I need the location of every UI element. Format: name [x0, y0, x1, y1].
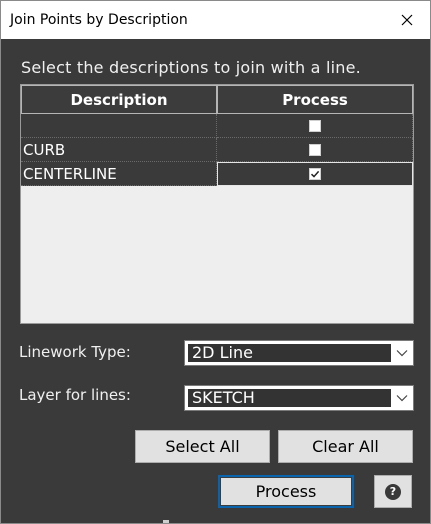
- layer-value: SKETCH: [192, 388, 255, 407]
- linework-type-select[interactable]: 2D Line: [184, 340, 414, 366]
- process-checkbox-checked[interactable]: [309, 168, 321, 180]
- table-row[interactable]: CENTERLINE: [21, 162, 413, 186]
- process-cell[interactable]: [217, 114, 413, 138]
- description-cell[interactable]: CURB: [21, 138, 217, 162]
- close-button[interactable]: [384, 1, 430, 39]
- description-cell[interactable]: [21, 114, 217, 138]
- select-all-button[interactable]: Select All: [135, 430, 270, 463]
- window-title: Join Points by Description: [10, 12, 188, 28]
- instructions-label: Select the descriptions to join with a l…: [21, 58, 361, 77]
- close-icon: [401, 11, 413, 30]
- linework-type-value-box: 2D Line: [188, 343, 391, 362]
- description-cell[interactable]: CENTERLINE: [21, 162, 217, 186]
- process-checkbox[interactable]: [308, 119, 321, 132]
- title-bar[interactable]: Join Points by Description: [1, 1, 430, 39]
- layer-select[interactable]: SKETCH: [184, 385, 414, 411]
- layer-value-box: SKETCH: [188, 388, 391, 407]
- table-row[interactable]: CURB: [21, 138, 413, 162]
- resize-grip[interactable]: [163, 520, 169, 523]
- linework-type-label: Linework Type:: [19, 343, 131, 361]
- dialog-window: Join Points by Description Select the de…: [0, 0, 431, 524]
- table-row[interactable]: [21, 114, 413, 138]
- chevron-down-icon[interactable]: [394, 390, 410, 406]
- checkmark-icon: [310, 170, 320, 178]
- help-button[interactable]: ?: [374, 475, 412, 508]
- process-cell[interactable]: [217, 138, 413, 162]
- column-header-description[interactable]: Description: [21, 85, 217, 114]
- process-cell[interactable]: [217, 162, 413, 186]
- description-grid[interactable]: Description Process CURB CENTERLINE: [20, 84, 414, 324]
- linework-type-value: 2D Line: [192, 343, 253, 362]
- chevron-down-icon[interactable]: [394, 345, 410, 361]
- layer-label: Layer for lines:: [19, 386, 131, 404]
- process-checkbox[interactable]: [308, 143, 321, 156]
- column-header-process[interactable]: Process: [217, 85, 413, 114]
- grid-header: Description Process: [21, 85, 413, 114]
- help-icon: ?: [385, 483, 401, 500]
- process-button[interactable]: Process: [218, 475, 354, 508]
- clear-all-button[interactable]: Clear All: [278, 430, 413, 463]
- dialog-content: Select the descriptions to join with a l…: [1, 39, 430, 523]
